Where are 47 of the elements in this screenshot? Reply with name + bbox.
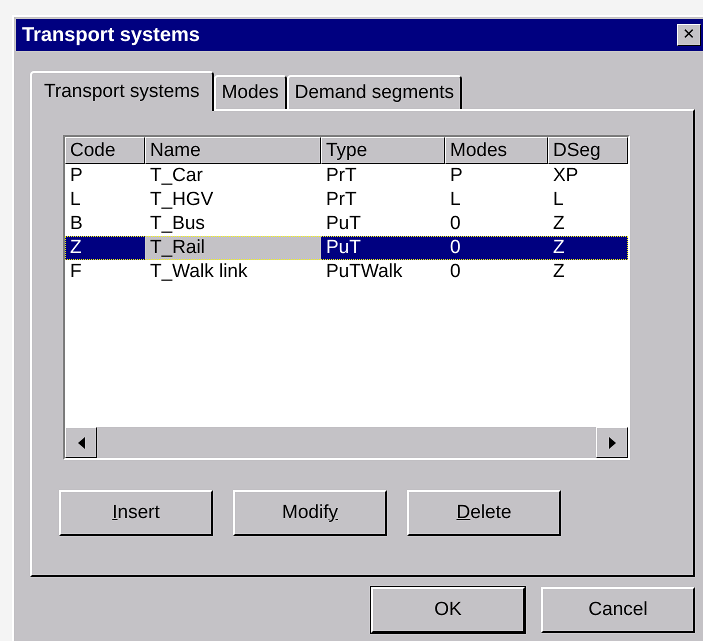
- table-cell-text: T_Walk link: [149, 260, 248, 284]
- table-cell-text: Z: [552, 212, 566, 236]
- table-row[interactable]: B T_Bus PuT 0 Z: [65, 212, 628, 236]
- table-cell-text: T_Car: [149, 164, 204, 188]
- action-button[interactable]: Insert: [59, 490, 213, 536]
- table-cell-text: PrT: [325, 188, 358, 212]
- table-row[interactable]: P T_Car PrT P XP: [65, 164, 628, 188]
- column-header[interactable]: Name: [145, 137, 321, 164]
- table-row[interactable]: L T_HGV PrT L L: [65, 188, 628, 212]
- column-header[interactable]: Type: [321, 137, 445, 164]
- cancel-button[interactable]: Cancel: [541, 587, 695, 633]
- table-cell-text: 0: [449, 212, 462, 236]
- column-header[interactable]: Code: [65, 137, 145, 164]
- table-cell: 0: [445, 236, 548, 260]
- table-cell: Z: [548, 236, 628, 260]
- table-cell-text: PrT: [325, 164, 358, 188]
- table-cell-text: F: [69, 260, 83, 284]
- table-cell-text: P: [69, 164, 84, 188]
- scroll-right-button[interactable]: [596, 427, 628, 458]
- tab[interactable]: Demand segments: [286, 75, 462, 109]
- table-cell-text: P: [449, 164, 464, 188]
- ok-button[interactable]: OK: [371, 587, 525, 633]
- table-cell-text: T_HGV: [149, 188, 214, 212]
- close-button[interactable]: ✕: [677, 24, 701, 46]
- table-row[interactable]: F T_Walk link PuTWalk 0 Z: [65, 260, 628, 284]
- table-cell-text: L: [69, 188, 82, 212]
- table-cell-text: L: [552, 188, 565, 212]
- action-button[interactable]: Delete: [407, 490, 561, 536]
- tab[interactable]: Transport systems: [30, 71, 214, 111]
- table-cell: Z: [65, 236, 145, 260]
- column-header[interactable]: Modes: [445, 137, 548, 164]
- action-button[interactable]: Modify: [233, 490, 387, 536]
- column-header[interactable]: DSeg: [548, 137, 628, 164]
- table-cell-text: T_Bus: [149, 212, 206, 236]
- horizontal-scrollbar[interactable]: [65, 427, 628, 458]
- table-cell-text: XP: [552, 164, 580, 188]
- selected-row[interactable]: Z T_Rail PuT 0 Z: [65, 236, 628, 260]
- window-title: Transport systems: [22, 23, 200, 48]
- table-cell-text: B: [69, 212, 84, 236]
- table-cell-text: PuTWalk: [325, 260, 404, 284]
- table-cell-text: Z: [552, 260, 566, 284]
- table-cell-text: 0: [449, 260, 462, 284]
- tab[interactable]: Modes: [214, 75, 287, 109]
- table-cell: T_Rail: [145, 236, 321, 260]
- table-cell: PuT: [321, 236, 445, 260]
- table-cell-text: PuT: [325, 212, 362, 236]
- table-cell-text: L: [449, 188, 462, 212]
